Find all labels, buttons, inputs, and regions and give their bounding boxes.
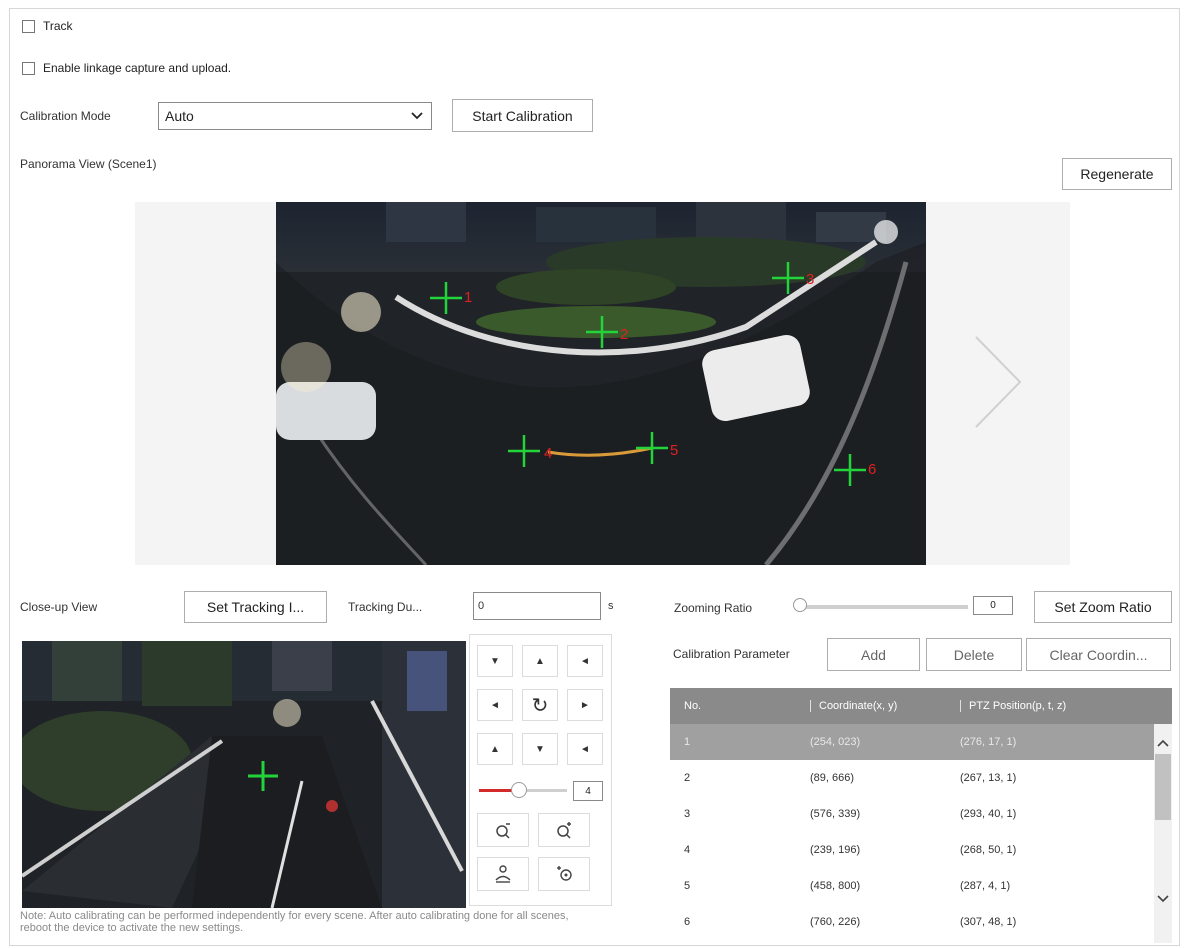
row-coordinate: (89, 666)	[810, 772, 855, 784]
zoom-in-icon	[557, 822, 571, 839]
ptz-right-button[interactable]: ►	[567, 689, 603, 721]
ptz-speed-value[interactable]: 4	[573, 781, 603, 801]
ptz-down-button[interactable]: ▼	[522, 733, 558, 765]
scrollbar-thumb[interactable]	[1155, 754, 1171, 820]
row-no: 4	[684, 844, 691, 856]
preset-button[interactable]	[538, 857, 590, 891]
ptz-up-right-button[interactable]: ◄	[567, 645, 603, 677]
linkage-option[interactable]: Enable linkage capture and upload.	[22, 61, 231, 75]
row-coordinate: (254, 023)	[810, 736, 861, 748]
preset-icon	[557, 866, 572, 881]
panorama-marker-label: 2	[620, 326, 628, 343]
panorama-image[interactable]: 1 2 3 4 5 6	[276, 202, 926, 565]
scroll-up-icon[interactable]	[1157, 738, 1169, 748]
row-ptz-position: (276, 17, 1)	[960, 736, 1017, 748]
focus-icon	[495, 865, 511, 883]
zoom-out-button[interactable]	[477, 813, 529, 847]
table-header: No. Coordinate(x, y) PTZ Position(p, t, …	[670, 688, 1172, 724]
panorama-marker-label: 4	[544, 445, 552, 462]
table-row[interactable]: 6 (760, 226) (307, 48, 1)	[670, 904, 1154, 940]
focus-button[interactable]	[477, 857, 529, 891]
ptz-speed-handle[interactable]	[510, 782, 527, 798]
chevron-down-icon	[411, 112, 423, 120]
row-ptz-position: (268, 50, 1)	[960, 844, 1017, 856]
add-coordinate-button[interactable]: Add	[827, 638, 920, 671]
zoom-ratio-slider[interactable]	[793, 598, 968, 612]
linkage-label: Enable linkage capture and upload.	[43, 61, 232, 75]
panorama-title: Panorama View (Scene1)	[20, 157, 157, 171]
closeup-image[interactable]	[22, 641, 466, 908]
zoom-in-button[interactable]	[538, 813, 590, 847]
panorama-marker-label: 3	[806, 271, 814, 288]
ptz-left-button[interactable]: ◄	[477, 689, 513, 721]
ptz-down-right-button[interactable]: ◄	[567, 733, 603, 765]
scroll-down-icon[interactable]	[1157, 894, 1169, 904]
row-no: 3	[684, 808, 691, 820]
row-coordinate: (239, 196)	[810, 844, 861, 856]
zoom-ratio-value[interactable]: 0	[973, 596, 1013, 615]
table-scrollbar[interactable]	[1154, 724, 1172, 943]
header-ptz-position: PTZ Position(p, t, z)	[969, 699, 1067, 712]
row-ptz-position: (267, 13, 1)	[960, 772, 1017, 784]
table-row[interactable]: 4 (239, 196) (268, 50, 1)	[670, 832, 1154, 868]
calibration-table: No. Coordinate(x, y) PTZ Position(p, t, …	[670, 688, 1172, 943]
calibration-mode-select[interactable]: Auto	[158, 102, 432, 130]
regenerate-button[interactable]: Regenerate	[1062, 158, 1172, 190]
row-coordinate: (458, 800)	[810, 880, 861, 892]
calibration-mode-value: Auto	[165, 108, 194, 124]
table-row[interactable]: 2 (89, 666) (267, 13, 1)	[670, 760, 1154, 796]
ptz-down-left-button[interactable]: ▲	[477, 733, 513, 765]
row-ptz-position: (287, 4, 1)	[960, 880, 1011, 892]
row-coordinate: (760, 226)	[810, 916, 861, 928]
calibration-note: Note: Auto calibrating can be performed …	[20, 910, 569, 934]
panorama-marker-label: 5	[670, 442, 678, 459]
header-coordinate: Coordinate(x, y)	[819, 699, 898, 712]
track-option[interactable]: Track	[22, 19, 73, 33]
ptz-speed-slider[interactable]	[479, 782, 567, 798]
ptz-auto-scan-button[interactable]: ↻	[522, 689, 558, 721]
header-no: No.	[684, 700, 702, 712]
ptz-up-button[interactable]: ▲	[522, 645, 558, 677]
ptz-up-left-button[interactable]: ▼	[477, 645, 513, 677]
column-divider	[960, 700, 961, 713]
track-checkbox[interactable]	[22, 19, 35, 33]
table-row[interactable]: 3 (576, 339) (293, 40, 1)	[670, 796, 1154, 832]
header-coordinate-cell: Coordinate(x, y)	[806, 699, 956, 713]
set-tracking-button[interactable]: Set Tracking I...	[184, 591, 327, 623]
zoom-ratio-label: Zooming Ratio	[674, 601, 753, 615]
row-ptz-position: (307, 48, 1)	[960, 916, 1017, 928]
row-no: 2	[684, 772, 691, 784]
column-divider	[810, 700, 811, 713]
tracking-duration-unit: s	[608, 600, 614, 612]
refresh-icon: ↻	[531, 694, 549, 717]
tracking-duration-input[interactable]: 0	[473, 592, 601, 620]
zoom-out-icon	[496, 823, 510, 839]
track-label: Track	[43, 19, 73, 33]
start-calibration-button[interactable]: Start Calibration	[452, 99, 593, 132]
ptz-control-panel: ▼ ▲ ◄ ◄ ↻ ► ▲ ▼ ◄ 4	[469, 634, 612, 906]
calibration-parameter-label: Calibration Parameter	[673, 647, 790, 661]
panorama-marker-label: 1	[464, 289, 472, 306]
row-coordinate: (576, 339)	[810, 808, 861, 820]
closeup-title: Close-up View	[20, 600, 98, 614]
calibration-mode-label: Calibration Mode	[20, 109, 111, 123]
tracking-duration-label: Tracking Du...	[348, 600, 423, 614]
table-row[interactable]: 1 (254, 023) (276, 17, 1)	[670, 724, 1154, 760]
linkage-checkbox[interactable]	[22, 61, 35, 75]
delete-coordinate-button[interactable]: Delete	[926, 638, 1022, 671]
set-zoom-ratio-button[interactable]: Set Zoom Ratio	[1034, 591, 1172, 623]
clear-coordinates-button[interactable]: Clear Coordin...	[1026, 638, 1171, 671]
row-no: 6	[684, 916, 691, 928]
row-no: 5	[684, 880, 691, 892]
panorama-marker-label: 6	[868, 461, 876, 478]
zoom-ratio-handle[interactable]	[793, 598, 807, 612]
row-ptz-position: (293, 40, 1)	[960, 808, 1017, 820]
next-scene-icon[interactable]	[968, 332, 1030, 432]
header-ptz-cell: PTZ Position(p, t, z)	[956, 699, 1172, 713]
row-no: 1	[684, 736, 691, 748]
table-row[interactable]: 5 (458, 800) (287, 4, 1)	[670, 868, 1154, 904]
